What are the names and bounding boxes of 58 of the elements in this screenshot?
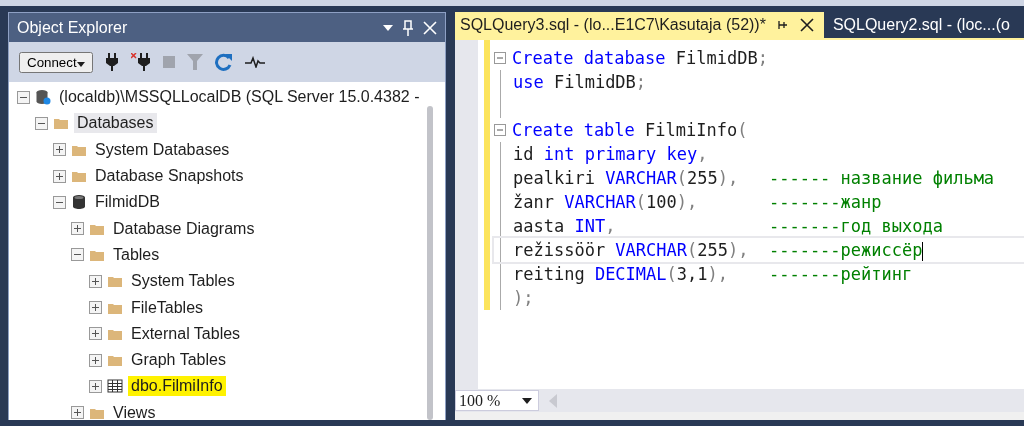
table-icon [107, 379, 123, 394]
close-icon[interactable] [799, 18, 814, 32]
dropdown-icon[interactable] [383, 24, 393, 31]
code-line: use FilmidDB; [513, 71, 648, 93]
code-line: reiting DECIMAL(3,1), -------рейтинг [513, 263, 914, 285]
expand-icon[interactable] [89, 327, 102, 341]
pin-icon[interactable] [403, 19, 413, 36]
tree-item[interactable]: Databases [74, 113, 157, 134]
expand-icon[interactable] [71, 222, 84, 236]
tree-item[interactable]: FilmidDB [92, 192, 163, 213]
pin-icon[interactable] [775, 19, 790, 31]
collapse-icon[interactable] [71, 248, 84, 262]
folder-icon [107, 274, 123, 289]
code-line: žanr VARCHAR(100), -------жанр [513, 191, 883, 213]
connect-button[interactable]: Connect [19, 51, 93, 73]
refresh-icon[interactable] [214, 53, 233, 71]
plug-icon[interactable] [104, 53, 119, 71]
code-line: ); [513, 287, 535, 309]
tree-item[interactable]: dbo.FilmiInfo [128, 376, 226, 397]
folder-icon [107, 353, 123, 368]
folder-icon [53, 116, 69, 131]
tree-item[interactable]: Graph Tables [128, 350, 229, 371]
document-tab[interactable]: SQLQuery3.sql - (lo...E1C7\Kasutaja (52))* [455, 12, 824, 38]
tree-item[interactable]: System Databases [92, 139, 233, 160]
tree-item[interactable]: External Tables [128, 323, 244, 344]
expand-icon[interactable] [89, 379, 102, 393]
tree-item[interactable]: Views [110, 402, 159, 420]
code-line: režissöör VARCHAR(255), -------режиссёр [513, 239, 925, 261]
caret-icon [76, 61, 85, 67]
tree-item[interactable]: Database Snapshots [92, 166, 247, 187]
expand-icon[interactable] [71, 406, 84, 420]
expand-icon[interactable] [89, 274, 102, 288]
caret-icon [522, 397, 532, 404]
activity-icon[interactable] [244, 56, 265, 68]
collapse-icon[interactable] [35, 116, 48, 130]
server-icon [35, 89, 51, 106]
panel-title: Object Explorer [17, 18, 129, 37]
expand-icon[interactable] [53, 169, 66, 183]
database-icon [71, 194, 87, 211]
code-line: Create table FilmiInfo( [512, 119, 749, 141]
code-line: id int primary key, [513, 143, 709, 165]
code-line: pealkiri VARCHAR(255), ------ название фильма [513, 167, 996, 189]
tree-item[interactable]: System Tables [128, 271, 238, 292]
tree-item[interactable]: Tables [110, 244, 163, 265]
scrollbar-thumb[interactable] [427, 106, 433, 420]
tree-item[interactable]: (localdb)\MSSQLLocalDB (SQL Server 15.0.4382 - [56, 87, 423, 108]
code-line: Create database FilmidDB; [512, 47, 769, 69]
disconnect-icon[interactable] [130, 53, 151, 71]
tree-item[interactable]: FileTables [128, 297, 207, 318]
expand-icon[interactable] [89, 353, 102, 367]
collapse-icon[interactable] [17, 90, 30, 104]
collapse-icon[interactable] [53, 195, 66, 209]
expand-icon[interactable] [89, 301, 102, 314]
code-line: aasta INT, -------год выхода [513, 215, 944, 237]
tree-item[interactable]: Database Diagrams [110, 218, 258, 239]
folder-icon [71, 169, 87, 184]
zoom-dropdown[interactable]: 100 % [455, 390, 539, 411]
expand-icon[interactable] [53, 143, 66, 157]
